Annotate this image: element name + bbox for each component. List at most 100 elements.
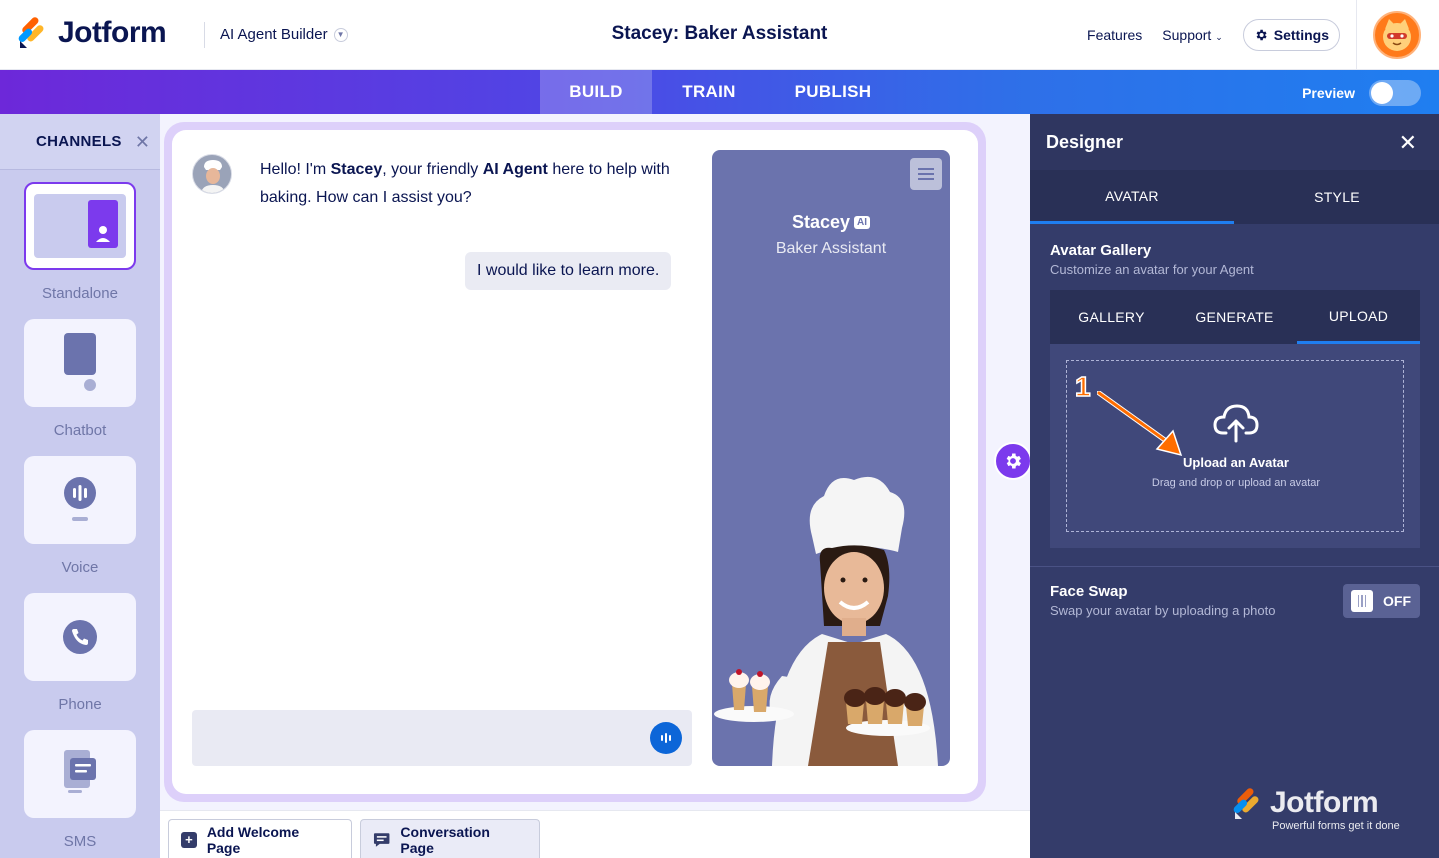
step-number-annotation: 1	[1074, 370, 1091, 403]
avatar-gallery-title: Avatar Gallery	[1050, 242, 1152, 259]
conversation-page-label: Conversation Page	[400, 823, 490, 856]
designer-title: Designer	[1030, 114, 1439, 170]
bot-avatar	[192, 154, 232, 194]
agent-name-text: Stacey	[791, 212, 851, 232]
ai-badge: AI	[854, 216, 871, 229]
designer-tabs: AVATAR STYLE	[1030, 170, 1439, 224]
upload-area: Upload an Avatar Drag and drop or upload…	[1050, 344, 1420, 548]
channel-sms[interactable]	[24, 730, 136, 818]
toggle-handle	[1351, 590, 1373, 612]
jotform-logo-icon	[1233, 788, 1259, 819]
preview-toggle[interactable]	[1369, 80, 1421, 106]
chevron-down-icon: ⌄	[1215, 32, 1223, 42]
chevron-down-icon: ▼	[333, 27, 348, 42]
agent-card: Stacey AI Baker Assistant	[712, 150, 950, 766]
product-name: AI Agent Builder	[220, 26, 328, 43]
upload-title: Upload an Avatar	[1183, 455, 1289, 470]
upload-subtitle: Drag and drop or upload an avatar	[1151, 477, 1321, 489]
voice-input-button[interactable]	[650, 722, 682, 754]
plus-icon: +	[181, 831, 197, 848]
jotform-logo[interactable]: Jotform	[18, 16, 167, 50]
face-swap-title: Face Swap	[1050, 583, 1128, 600]
close-icon[interactable]: ✕	[1399, 130, 1417, 156]
channel-phone[interactable]	[24, 593, 136, 681]
channels-sidebar: CHANNELS ✕ Standalone Chatbot Voice Phon…	[0, 114, 160, 858]
channel-voice[interactable]	[24, 456, 136, 544]
preview-control: Preview	[1302, 80, 1421, 106]
chat-input[interactable]	[192, 710, 692, 766]
tab-upload[interactable]: UPLOAD	[1297, 290, 1420, 344]
bot-msg-text: Hello! I'm	[260, 161, 331, 178]
tab-gallery[interactable]: GALLERY	[1050, 290, 1173, 344]
agent-preview-frame: Hello! I'm Stacey, your friendly AI Agen…	[164, 122, 986, 802]
bot-message: Hello! I'm Stacey, your friendly AI Agen…	[260, 156, 680, 212]
tab-style[interactable]: STYLE	[1235, 170, 1439, 224]
close-icon[interactable]: ✕	[135, 132, 150, 153]
agent-menu-button[interactable]	[910, 158, 942, 190]
tab-train[interactable]: TRAIN	[652, 70, 766, 114]
header-separator	[1356, 0, 1357, 70]
tab-build[interactable]: BUILD	[540, 70, 652, 114]
agent-name: Stacey AI	[712, 212, 950, 233]
brand-name: Jotform	[58, 16, 167, 49]
annotation-arrow-icon	[1097, 391, 1183, 457]
agent-preview: Hello! I'm Stacey, your friendly AI Agen…	[172, 130, 978, 794]
tab-publish[interactable]: PUBLISH	[766, 70, 900, 114]
header-divider	[204, 22, 205, 48]
add-welcome-page-button[interactable]: + Add Welcome Page	[168, 819, 352, 858]
tab-generate[interactable]: GENERATE	[1173, 290, 1296, 344]
builder-tabbar: BUILD TRAIN PUBLISH Preview	[0, 70, 1439, 114]
section-divider	[1030, 566, 1439, 567]
features-link[interactable]: Features	[1087, 27, 1142, 43]
sms-icon	[64, 750, 96, 793]
channel-standalone[interactable]	[24, 182, 136, 270]
jotform-logo-icon	[18, 17, 44, 48]
agent-role: Baker Assistant	[775, 240, 887, 257]
user-message: I would like to learn more.	[465, 252, 672, 290]
preview-canvas: Hello! I'm Stacey, your friendly AI Agen…	[160, 114, 1032, 858]
face-swap-subtitle: Swap your avatar by uploading a photo	[1050, 603, 1276, 618]
tab-avatar[interactable]: AVATAR	[1030, 170, 1234, 224]
watermark-tagline: Powerful forms get it done	[1272, 820, 1400, 832]
chef-avatar-image	[714, 476, 938, 766]
audio-wave-icon	[661, 733, 671, 743]
toggle-knob	[1371, 82, 1393, 104]
watermark-brand: Jotform	[1270, 786, 1379, 819]
channel-label: Phone	[58, 696, 102, 713]
support-label: Support	[1162, 27, 1212, 43]
channel-label: SMS	[63, 833, 97, 850]
voice-icon	[64, 477, 96, 521]
gear-icon	[1006, 453, 1021, 469]
cloud-upload-icon	[1213, 404, 1259, 443]
avatar-gallery-subtitle: Customize an avatar for your Agent	[1050, 262, 1254, 277]
conversation-page-button[interactable]: Conversation Page	[360, 819, 540, 858]
channel-label: Chatbot	[53, 422, 107, 439]
chatbot-icon	[64, 333, 96, 391]
chef-avatar-icon	[193, 155, 231, 193]
bot-name: Stacey	[330, 161, 383, 178]
page-switcher-bar: + Add Welcome Page Conversation Page	[160, 810, 1030, 858]
avatar-source-tabs: GALLERY GENERATE UPLOAD	[1050, 290, 1420, 344]
product-switcher[interactable]: AI Agent Builder ▼	[220, 26, 348, 43]
preview-label: Preview	[1302, 85, 1355, 101]
add-welcome-page-label: Add Welcome Page	[206, 823, 300, 856]
hamburger-icon	[918, 168, 934, 180]
standalone-icon	[34, 194, 126, 258]
support-menu[interactable]: Support ⌄	[1162, 27, 1222, 43]
bot-role: AI Agent	[482, 161, 548, 178]
bot-msg-text: , your friendly	[382, 161, 483, 178]
jotform-watermark: Jotform Powerful forms get it done	[1232, 786, 1400, 832]
channel-label: Standalone	[42, 285, 118, 302]
gear-icon	[1256, 29, 1267, 41]
face-swap-toggle[interactable]: OFF	[1343, 584, 1420, 618]
chat-bubble-icon	[373, 832, 390, 847]
preview-settings-button[interactable]	[994, 442, 1032, 480]
phone-icon	[63, 620, 97, 654]
user-avatar[interactable]	[1373, 11, 1421, 59]
channel-chatbot[interactable]	[24, 319, 136, 407]
header-nav: Features Support ⌄ Settings	[1087, 0, 1439, 70]
settings-button[interactable]: Settings	[1242, 19, 1340, 51]
settings-label: Settings	[1273, 27, 1329, 43]
avatar-dropzone[interactable]: Upload an Avatar Drag and drop or upload…	[1066, 360, 1404, 532]
top-header: Jotform AI Agent Builder ▼ Stacey: Baker…	[0, 0, 1439, 70]
